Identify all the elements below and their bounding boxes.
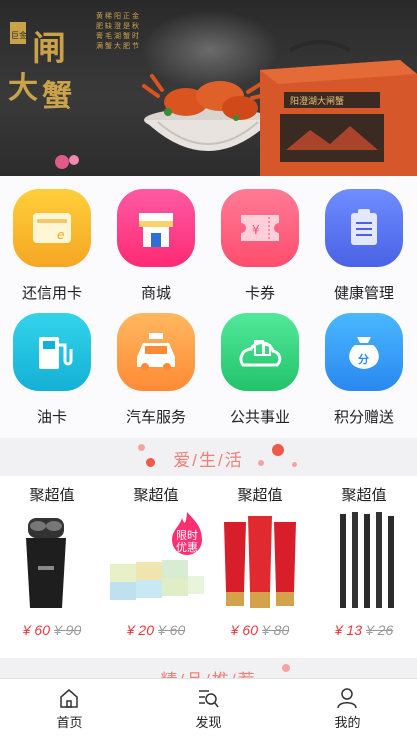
service-health[interactable]: 健康管理 <box>312 176 416 306</box>
original-price: ¥ 80 <box>262 622 290 638</box>
svg-text:闸: 闸 <box>32 29 66 69</box>
product-tag: 聚超值 <box>237 487 283 504</box>
product-card[interactable]: 聚超值 ¥ 13 ¥ 26 <box>312 476 416 658</box>
svg-text:蟹: 蟹 <box>42 79 72 112</box>
city-cloud-icon <box>221 313 299 391</box>
service-shop[interactable]: 商城 <box>104 176 208 306</box>
nav-home[interactable]: 首页 <box>0 679 139 738</box>
svg-text:分: 分 <box>358 352 369 366</box>
svg-text:是: 是 <box>123 22 130 30</box>
svg-text:蟹: 蟹 <box>123 31 130 40</box>
clipboard-icon <box>325 189 403 267</box>
section-title: 爱/生/活 <box>173 451 244 470</box>
svg-text:e: e <box>57 228 64 242</box>
home-icon <box>60 689 78 708</box>
nav-mine[interactable]: 我的 <box>278 679 417 738</box>
svg-text:满: 满 <box>96 41 103 50</box>
product-tag: 聚超值 <box>341 487 387 504</box>
svg-text:秋: 秋 <box>132 21 139 30</box>
nav-label: 首页 <box>56 715 83 730</box>
discover-icon <box>199 690 219 708</box>
badge-text: 限时优惠 <box>176 530 198 554</box>
product-price: ¥ 20 ¥ 60 <box>104 622 208 638</box>
promo-banner[interactable]: 巨金 闸 大 蟹 金秋时节 正是蟹肥 阳澄湖大 稀缺毛蟹 黄肥膏满 阳澄湖大闸蟹 <box>0 0 417 176</box>
product-list: 聚超值 ¥ 60 ¥ 90 聚超值 限时优惠 ¥ 20 ¥ 60 聚超值 ¥ 6… <box>0 476 417 658</box>
svg-text:时: 时 <box>132 31 139 40</box>
bb-cream-tubes-image <box>210 508 310 612</box>
taxi-icon <box>117 313 195 391</box>
nav-label: 发现 <box>195 715 222 730</box>
svg-text:巨金: 巨金 <box>11 30 27 40</box>
svg-text:正: 正 <box>123 12 130 20</box>
product-price: ¥ 60 ¥ 90 <box>0 622 104 638</box>
points-bag-icon: 分 <box>325 313 403 391</box>
gift-box-image: 阳澄湖大闸蟹 <box>260 40 417 176</box>
poem-text: 金秋时节 正是蟹肥 阳澄湖大 稀缺毛蟹 黄肥膏满 <box>96 11 139 50</box>
electric-shaver-image <box>2 508 102 612</box>
section-header-love-life: 爱/生/活 <box>0 438 417 476</box>
service-car[interactable]: 汽车服务 <box>104 300 208 430</box>
current-price: ¥ 20 <box>126 622 154 638</box>
svg-text:肥: 肥 <box>96 22 103 30</box>
service-fuel-card[interactable]: 油卡 <box>0 300 104 430</box>
current-price: ¥ 60 <box>22 622 50 638</box>
eyeliner-pencils-image <box>314 508 414 612</box>
svg-text:膏: 膏 <box>96 31 103 40</box>
svg-text:¥: ¥ <box>252 223 260 237</box>
service-grid: e 还信用卡 商城 ¥ 卡券 健康管理 油卡 汽车服务 公共事业 分 积分赠送 <box>0 176 417 438</box>
bottom-nav: 首页 发现 我的 <box>0 678 417 738</box>
svg-text:大: 大 <box>8 71 38 106</box>
nav-label: 我的 <box>334 715 361 730</box>
credit-card-icon: e <box>13 189 91 267</box>
service-utilities[interactable]: 公共事业 <box>208 300 312 430</box>
svg-text:湖: 湖 <box>114 31 121 40</box>
current-price: ¥ 13 <box>334 622 362 638</box>
svg-text:稀: 稀 <box>105 11 112 20</box>
svg-text:肥: 肥 <box>123 42 130 50</box>
nav-discover[interactable]: 发现 <box>139 679 278 738</box>
product-tag: 聚超值 <box>133 487 179 504</box>
svg-text:缺: 缺 <box>105 21 112 30</box>
section-header-recommend: 精/品/推/荐 <box>0 658 417 680</box>
svg-text:金: 金 <box>132 11 139 20</box>
product-price: ¥ 60 ¥ 80 <box>208 622 312 638</box>
product-price: ¥ 13 ¥ 26 <box>312 622 416 638</box>
service-label: 积分赠送 <box>333 409 394 426</box>
flower-decoration <box>55 155 79 169</box>
service-label: 油卡 <box>36 409 67 426</box>
limited-offer-badge: 限时优惠 <box>170 510 204 558</box>
svg-text:阳: 阳 <box>114 11 121 20</box>
svg-text:毛: 毛 <box>105 31 112 40</box>
svg-text:澄: 澄 <box>114 21 121 30</box>
svg-text:大: 大 <box>114 41 121 50</box>
user-icon <box>337 688 357 709</box>
svg-text:节: 节 <box>132 42 139 50</box>
product-card[interactable]: 聚超值 ¥ 60 ¥ 90 <box>0 476 104 658</box>
svg-text:黄: 黄 <box>96 11 103 20</box>
svg-text:蟹: 蟹 <box>105 41 112 50</box>
fuel-pump-icon <box>13 313 91 391</box>
current-price: ¥ 60 <box>230 622 258 638</box>
service-label: 汽车服务 <box>125 409 186 426</box>
original-price: ¥ 26 <box>366 622 394 638</box>
calligraphy-logo: 巨金 闸 大 蟹 <box>8 22 72 112</box>
coupon-icon: ¥ <box>221 189 299 267</box>
service-label: 公共事业 <box>229 409 290 426</box>
service-coupon[interactable]: ¥ 卡券 <box>208 176 312 306</box>
svg-text:阳澄湖大闸蟹: 阳澄湖大闸蟹 <box>290 95 344 107</box>
product-card[interactable]: 聚超值 ¥ 60 ¥ 80 <box>208 476 312 658</box>
original-price: ¥ 60 <box>158 622 186 638</box>
original-price: ¥ 90 <box>54 622 82 638</box>
product-card[interactable]: 聚超值 限时优惠 ¥ 20 ¥ 60 <box>104 476 208 658</box>
service-points[interactable]: 分 积分赠送 <box>312 300 416 430</box>
service-credit-card[interactable]: e 还信用卡 <box>0 176 104 306</box>
product-tag: 聚超值 <box>29 487 75 504</box>
shop-icon <box>117 189 195 267</box>
